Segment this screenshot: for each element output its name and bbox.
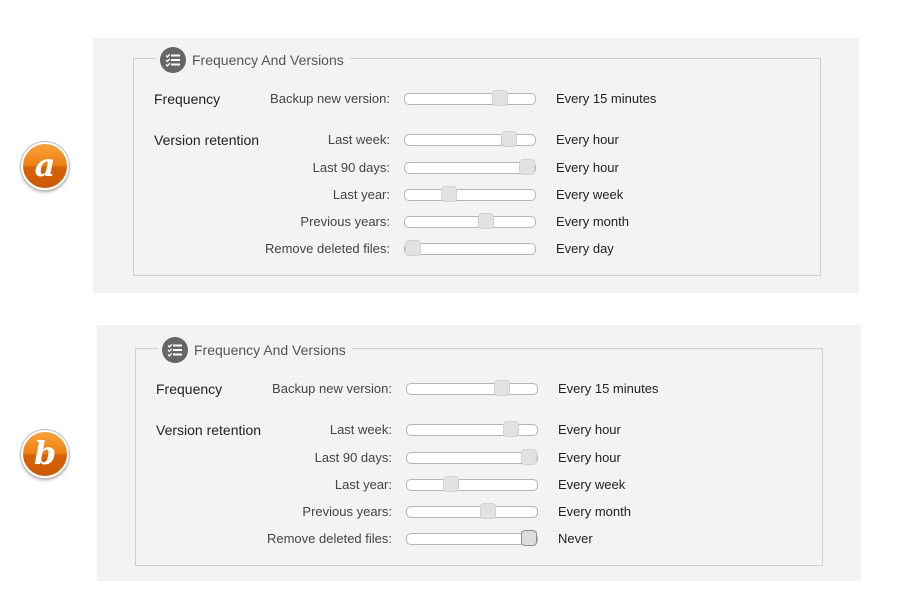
setting-label: Last year: (332, 187, 390, 202)
setting-value: Every day (556, 241, 614, 256)
setting-row: Backup new version: Every 15 minutes (134, 89, 820, 109)
slider-track[interactable] (406, 421, 538, 437)
setting-value: Every hour (556, 132, 619, 147)
slider-thumb[interactable] (521, 530, 537, 546)
frequency-versions-group: Frequency And Versions Frequency Version… (135, 336, 823, 566)
setting-label: Previous years: (300, 214, 390, 229)
slider-thumb[interactable] (519, 159, 535, 175)
slider-thumb[interactable] (405, 240, 421, 256)
setting-row: Remove deleted files: Every day (134, 239, 820, 259)
setting-row: Previous years: Every month (134, 212, 820, 232)
setting-value: Every month (556, 214, 629, 229)
slider-thumb[interactable] (477, 213, 494, 229)
setting-rows: Backup new version: Every 15 minutes Last … (136, 349, 822, 565)
setting-value: Every 15 minutes (556, 91, 657, 106)
setting-label: Remove deleted files: (266, 531, 392, 546)
slider-thumb[interactable] (521, 449, 537, 465)
slider-thumb[interactable] (479, 503, 496, 519)
slider-thumb[interactable] (493, 380, 510, 396)
setting-row: Last year: Every week (134, 185, 820, 205)
setting-value: Every week (556, 187, 624, 202)
slider-track[interactable] (406, 503, 538, 519)
setting-row: Last week: Every hour (134, 130, 820, 150)
setting-row: Backup new version: Every 15 minutes (136, 379, 822, 399)
slider-track[interactable] (406, 476, 538, 492)
setting-row: Last 90 days: Every hour (134, 158, 820, 178)
setting-label: Remove deleted files: (264, 241, 390, 256)
setting-rows: Backup new version: Every 15 minutes Last … (134, 59, 820, 275)
setting-label: Last 90 days: (314, 450, 392, 465)
slider-track[interactable] (406, 530, 538, 546)
panel-a: Frequency And Versions Frequency Version… (93, 38, 859, 293)
setting-label: Last year: (334, 477, 392, 492)
slider-track[interactable] (404, 90, 536, 106)
slider-thumb[interactable] (441, 186, 458, 202)
setting-row: Remove deleted files: Never (136, 529, 822, 549)
setting-value: Every 15 minutes (558, 381, 659, 396)
slider-thumb[interactable] (491, 90, 508, 106)
slider-track[interactable] (406, 380, 538, 396)
setting-row: Last year: Every week (136, 475, 822, 495)
badge-b: b (21, 430, 69, 478)
frequency-versions-group: Frequency And Versions Frequency Version… (133, 46, 821, 276)
slider-thumb[interactable] (502, 421, 519, 437)
slider-thumb[interactable] (443, 476, 460, 492)
slider-track[interactable] (406, 449, 538, 465)
setting-row: Last week: Every hour (136, 420, 822, 440)
setting-value: Every month (558, 504, 631, 519)
setting-value: Every hour (556, 160, 619, 175)
setting-row: Last 90 days: Every hour (136, 448, 822, 468)
setting-row: Previous years: Every month (136, 502, 822, 522)
setting-value: Never (558, 531, 593, 546)
setting-value: Every hour (558, 422, 621, 437)
setting-label: Backup new version: (270, 91, 390, 106)
slider-track[interactable] (404, 240, 536, 256)
setting-label: Last week: (329, 422, 392, 437)
slider-thumb[interactable] (500, 131, 517, 147)
badge-a: a (21, 142, 69, 190)
slider-track[interactable] (404, 213, 536, 229)
setting-label: Previous years: (302, 504, 392, 519)
slider-track[interactable] (404, 159, 536, 175)
setting-label: Backup new version: (272, 381, 392, 396)
panel-b: Frequency And Versions Frequency Version… (97, 325, 861, 581)
setting-label: Last week: (327, 132, 390, 147)
setting-label: Last 90 days: (312, 160, 390, 175)
setting-value: Every week (558, 477, 626, 492)
slider-track[interactable] (404, 131, 536, 147)
setting-value: Every hour (558, 450, 621, 465)
slider-track[interactable] (404, 186, 536, 202)
